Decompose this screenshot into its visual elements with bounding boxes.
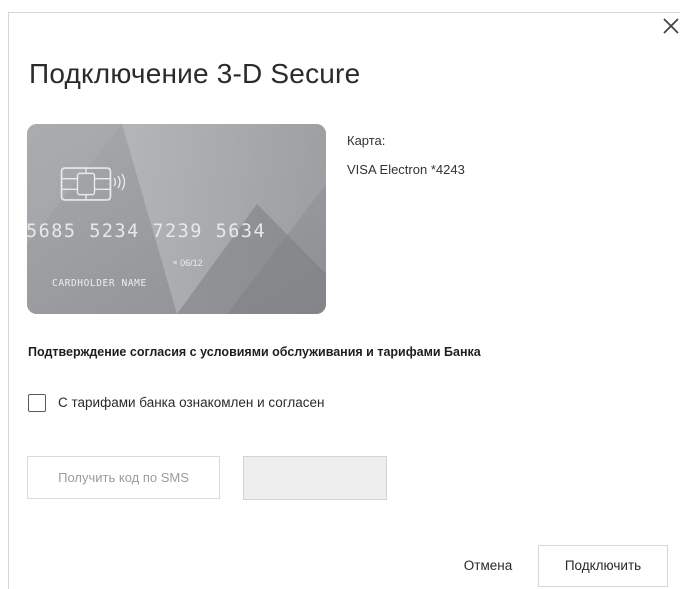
- card-info-label: Карта:: [347, 133, 386, 148]
- consent-checkbox-label[interactable]: С тарифами банка ознакомлен и согласен: [58, 395, 325, 410]
- consent-checkbox[interactable]: [28, 394, 46, 412]
- card-expiry: ≡ 06/12: [173, 258, 203, 268]
- card-holder: CARDHOLDER NAME: [52, 278, 147, 289]
- get-sms-code-button[interactable]: Получить код по SMS: [27, 456, 220, 499]
- card-expiry-value: 06/12: [180, 258, 203, 268]
- page-title: Подключение 3-D Secure: [29, 58, 361, 89]
- sms-code-input[interactable]: [243, 456, 387, 500]
- cancel-button[interactable]: Отмена: [450, 545, 526, 587]
- close-icon[interactable]: [661, 16, 680, 36]
- card-number: 5685 5234 7239 5634: [26, 221, 267, 242]
- expiry-mark: ≡: [173, 260, 178, 267]
- card-info-value: VISA Electron *4243: [347, 162, 465, 177]
- contactless-icon: [113, 173, 126, 191]
- connect-button[interactable]: Подключить: [538, 545, 668, 587]
- consent-heading: Подтверждение согласия с условиями обслу…: [28, 345, 481, 359]
